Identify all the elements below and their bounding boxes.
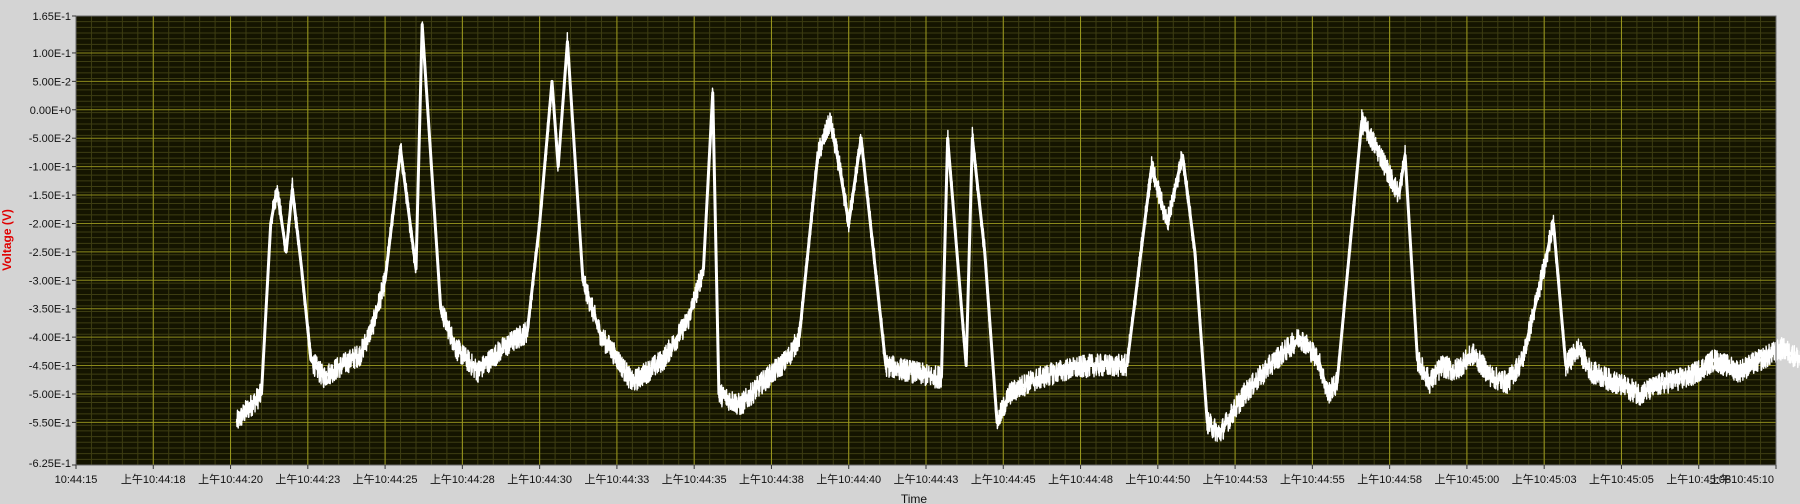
y-tick-label: -2.00E-1 [29, 218, 71, 230]
x-tick-label: 上午10:44:35 [662, 473, 727, 486]
y-tick-label: 0.00E+0 [30, 105, 71, 117]
x-axis-label: Time [901, 492, 928, 504]
y-tick-label: -4.50E-1 [29, 361, 71, 373]
voltage-time-chart: 1.65E-1 1.00E-1 5.00E-2 0.00E+0 -5.00E-2 -1.0… [0, 0, 1800, 504]
x-tick-label: 上午10:45:00 [1434, 473, 1499, 486]
y-tick-label: 5.00E-2 [32, 76, 71, 88]
x-tick-label: 上午10:44:20 [198, 473, 263, 486]
x-tick-label: 上午10:45:03 [1512, 473, 1577, 486]
x-tick-label: 上午10:44:40 [816, 473, 881, 486]
x-tick-label: 上午10:44:30 [507, 473, 572, 486]
x-tick-label: 上午10:44:38 [739, 473, 804, 486]
x-tick-label: 上午10:44:25 [353, 473, 418, 486]
x-tick-label: 上午10:44:58 [1357, 473, 1422, 486]
y-tick-label: 1.65E-1 [32, 11, 71, 23]
x-tick-label: 上午10:44:18 [121, 473, 186, 486]
x-tick-label: 上午10:44:53 [1203, 473, 1268, 486]
y-tick-label: -1.50E-1 [29, 190, 71, 202]
y-tick-label: -2.50E-1 [29, 247, 71, 259]
x-tick-label: 上午10:44:50 [1125, 473, 1190, 486]
x-tick-label: 上午10:44:23 [275, 473, 340, 486]
x-tick-label: 上午10:45:05 [1589, 473, 1654, 486]
y-tick-label: -5.50E-1 [29, 417, 71, 429]
x-tick-label: 上午10:45:10 [1709, 473, 1774, 486]
x-tick-label: 上午10:44:43 [894, 473, 959, 486]
y-tick-label: -1.00E-1 [29, 162, 71, 174]
y-axis-label: Voltage (V) [0, 209, 14, 271]
x-tick-label: 上午10:44:28 [430, 473, 495, 486]
x-tick-label: 上午10:44:48 [1048, 473, 1113, 486]
chart-panel: 1.65E-1 1.00E-1 5.00E-2 0.00E+0 -5.00E-2 -1.0… [0, 0, 1800, 504]
y-tick-label: -4.00E-1 [29, 332, 71, 344]
x-tick-label: 上午10:44:45 [971, 473, 1036, 486]
y-tick-label: 1.00E-1 [32, 48, 71, 60]
x-tick-label: 10:44:15 [55, 474, 98, 486]
x-tick-label: 上午10:44:55 [1280, 473, 1345, 486]
x-tick-label: 上午10:44:33 [584, 473, 649, 486]
y-tick-label: -5.00E-1 [29, 389, 71, 401]
y-tick-label: -6.25E-1 [29, 458, 71, 470]
y-tick-label: -3.50E-1 [29, 304, 71, 316]
y-tick-label: -5.00E-2 [29, 133, 71, 145]
y-tick-label: -3.00E-1 [29, 275, 71, 287]
